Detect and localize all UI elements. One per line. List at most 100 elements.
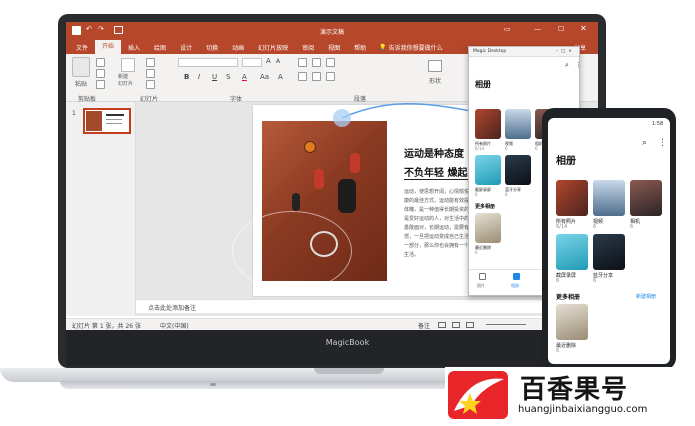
increase-font-icon[interactable]: A: [266, 57, 271, 65]
album-screenshots[interactable]: [475, 155, 501, 185]
album-count: 6: [505, 146, 508, 151]
album-bluetooth[interactable]: [593, 234, 625, 270]
align-center-icon[interactable]: [312, 72, 321, 81]
align-left-icon[interactable]: [298, 72, 307, 81]
numbering-icon[interactable]: [312, 58, 321, 67]
basketball-photo: [232, 121, 387, 291]
shadow-icon[interactable]: S: [226, 73, 230, 81]
album-count: 6: [556, 348, 560, 354]
tab-home[interactable]: 开始: [95, 40, 122, 54]
reset-icon[interactable]: [146, 69, 155, 78]
gallery-title: 相册: [556, 156, 576, 167]
notes-pane[interactable]: 点击此处添加备注: [136, 299, 598, 313]
close-icon[interactable]: ✕: [580, 24, 587, 33]
tab-view[interactable]: 视图: [321, 43, 347, 52]
status-bar: 幻灯片 第 1 张，共 26 张 中文(中国) 备注: [66, 318, 598, 330]
thumbnail-title-line: [106, 114, 124, 116]
bullets-icon[interactable]: [298, 58, 307, 67]
sorter-view-icon[interactable]: [452, 322, 460, 328]
italic-icon[interactable]: I: [198, 73, 200, 81]
align-right-icon[interactable]: [326, 72, 335, 81]
tab-insert[interactable]: 插入: [121, 43, 147, 52]
slide-count: 幻灯片 第 1 张，共 26 张: [72, 323, 141, 330]
paste-icon[interactable]: [72, 57, 90, 77]
tab-review[interactable]: 审阅: [295, 43, 321, 52]
tab-design[interactable]: 设计: [173, 43, 199, 52]
decrease-font-icon[interactable]: A: [276, 58, 280, 65]
slide-title-line2: 不负年轻 燥起来: [404, 168, 478, 179]
slide-thumbnail-1[interactable]: [83, 108, 131, 134]
underline-icon[interactable]: U: [212, 73, 217, 81]
new-album-link[interactable]: 新建相册: [636, 293, 656, 300]
font-size-select[interactable]: [242, 58, 262, 67]
layout-icon[interactable]: [146, 58, 155, 67]
ribbon-display-icon[interactable]: ▭: [504, 25, 511, 33]
zoom-slider[interactable]: [486, 324, 526, 325]
section-icon[interactable]: [146, 80, 155, 89]
more-albums-heading: 更多相册: [556, 294, 581, 301]
new-slide-icon[interactable]: [121, 58, 135, 72]
album-count: 6: [505, 192, 508, 197]
more-options-icon[interactable]: ⋮: [658, 138, 667, 148]
album-count: 6/14: [475, 146, 484, 151]
shapes-label: 形状: [429, 78, 442, 85]
notes-button[interactable]: 备注: [418, 321, 430, 330]
connection-curve: [333, 103, 476, 127]
window-title: 演示文稿: [319, 29, 344, 36]
album-recently-deleted[interactable]: [556, 304, 588, 340]
format-painter-icon[interactable]: [96, 80, 105, 89]
paste-label: 粘贴: [75, 81, 88, 88]
indent-icon[interactable]: [326, 58, 335, 67]
phone-screen: 1:58 ⌕ ⋮ 相册 所有照片 6/14 视频 6 相机 6 截屏录屏 6 蓝…: [548, 118, 670, 364]
minimize-icon[interactable]: —: [534, 25, 541, 33]
reading-view-icon[interactable]: [466, 322, 474, 328]
normal-view-icon[interactable]: [438, 322, 446, 328]
album-all-photos[interactable]: [475, 109, 501, 139]
more-albums-heading: 更多相册: [475, 204, 496, 210]
slide-thumbnails-pane: 1: [66, 102, 136, 316]
star-logo-icon: [454, 378, 504, 414]
maximize-icon[interactable]: ☐: [558, 25, 564, 33]
char-spacing-icon[interactable]: Aa: [260, 73, 269, 81]
album-videos[interactable]: [593, 180, 625, 216]
tab-file[interactable]: 文件: [66, 43, 95, 52]
language-indicator[interactable]: 中文(中国): [160, 321, 189, 330]
player-figure: [338, 179, 356, 213]
search-icon[interactable]: ⌕: [565, 61, 569, 70]
shapes-icon[interactable]: [428, 60, 442, 72]
font-name-select[interactable]: [178, 58, 238, 67]
magic-desktop-title: Magic Desktop: [473, 49, 507, 54]
tab-draw[interactable]: 绘图: [147, 43, 173, 52]
basketball-hoop: [310, 231, 338, 257]
laptop-bezel: [66, 330, 598, 366]
clear-format-icon[interactable]: A: [278, 73, 283, 81]
thumbnail-photo: [86, 111, 102, 131]
album-screenshots[interactable]: [556, 234, 588, 270]
tab-animations[interactable]: 动画: [225, 43, 251, 52]
more-options-icon[interactable]: ⋮: [575, 61, 582, 69]
tab-transitions[interactable]: 切换: [199, 43, 225, 52]
album-count: 6: [475, 192, 478, 197]
albums-nav-icon[interactable]: [513, 273, 520, 280]
thumbnail-text-line: [106, 119, 122, 120]
album-camera[interactable]: [630, 180, 662, 216]
album-count: 6: [630, 224, 634, 230]
album-videos[interactable]: [505, 109, 531, 139]
font-color-icon[interactable]: A: [242, 73, 247, 81]
search-icon[interactable]: ⌕: [642, 138, 647, 148]
laptop-screen: ↶ ↷ 演示文稿 ▭ — ☐ ✕ 文件 开始 插入 绘图 设计 切换 动画 幻灯…: [66, 22, 598, 330]
thumbnail-text-line: [106, 123, 122, 124]
album-count: 6/14: [556, 224, 568, 230]
phone-clock: 1:58: [652, 121, 664, 127]
window-controls-icon[interactable]: –□×: [556, 49, 575, 54]
bold-icon[interactable]: B: [184, 73, 189, 81]
copy-icon[interactable]: [96, 69, 105, 78]
tab-slideshow[interactable]: 幻灯片放映: [251, 43, 295, 52]
tell-me-search[interactable]: 告诉我你想要做什么: [389, 43, 443, 52]
cut-icon[interactable]: [96, 58, 105, 67]
album-recently-deleted[interactable]: [475, 213, 501, 243]
album-all-photos[interactable]: [556, 180, 588, 216]
tab-help[interactable]: 帮助: [347, 43, 373, 52]
photos-nav-icon[interactable]: [479, 273, 486, 280]
album-bluetooth[interactable]: [505, 155, 531, 185]
